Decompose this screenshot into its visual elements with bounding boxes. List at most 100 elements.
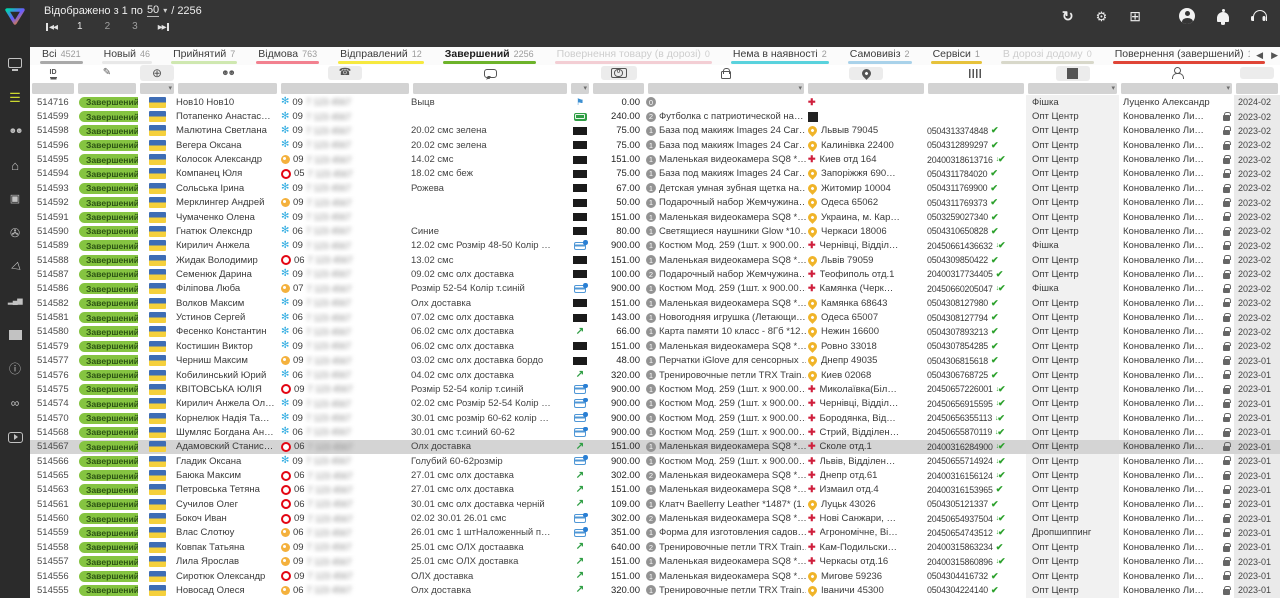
tab-сервіси[interactable]: Сервіси1: [931, 48, 982, 65]
table-row[interactable]: 514559ЗавершенийВлас Слотюу067 123 45672…: [30, 526, 1280, 540]
col-header-payment[interactable]: [569, 65, 591, 81]
col-header-country[interactable]: ⊕: [138, 65, 176, 81]
tab-самовивіз[interactable]: Самовивіз2: [848, 48, 912, 65]
sidebar-item-customers[interactable]: ☻☻: [0, 114, 30, 148]
tabs-scroll-left-icon[interactable]: ◀: [1256, 50, 1263, 61]
col-header-phone[interactable]: ☎: [279, 65, 411, 81]
per-page-select[interactable]: 50: [147, 4, 159, 17]
table-row[interactable]: 514580ЗавершенийФесенко Константин✻067 1…: [30, 325, 1280, 339]
tab-всі[interactable]: Всі4521: [40, 48, 83, 65]
tab-повернення-товару-в-дорозі-[interactable]: Повернення товару (в дорозі)0: [555, 48, 712, 65]
col-header-date[interactable]: [1234, 65, 1280, 81]
filter-status[interactable]: [78, 83, 136, 94]
filter-comment[interactable]: [413, 83, 567, 94]
filter-customer[interactable]: [178, 83, 277, 94]
tabs-scroll-right-icon[interactable]: ▶: [1271, 50, 1278, 61]
filter-id[interactable]: [32, 83, 74, 94]
page-button-1[interactable]: 1: [77, 21, 83, 32]
table-row[interactable]: 514598ЗавершенийМалютина Светлана✻097 12…: [30, 124, 1280, 138]
tab-відправлений[interactable]: Відправлений12: [338, 48, 424, 65]
tab-прийнятий[interactable]: Прийнятий7: [171, 48, 237, 65]
table-row[interactable]: 514574ЗавершенийКирилич Анжела Ол…✻097 1…: [30, 397, 1280, 411]
sidebar-item-dashboard[interactable]: [0, 46, 30, 80]
filter-phone[interactable]: [281, 83, 409, 94]
table-row[interactable]: 514563ЗавершенийПетровська Тетяна067 123…: [30, 483, 1280, 497]
notifications-bell-icon[interactable]: [1217, 11, 1229, 22]
col-header-manager[interactable]: [1119, 65, 1234, 81]
tab-новый[interactable]: Новый46: [102, 48, 152, 65]
table-row[interactable]: 514556ЗавершенийСиротюк Олександр097 123…: [30, 569, 1280, 583]
table-row[interactable]: 514591ЗавершенийЧумаченко Олена✻097 123 …: [30, 210, 1280, 224]
table-row[interactable]: 514590ЗавершенийГнатюк Олексндр✻067 123 …: [30, 224, 1280, 238]
filter-payment[interactable]: ▾: [571, 83, 589, 94]
table-row[interactable]: 514561ЗавершенийСучилов Олег067 123 4567…: [30, 497, 1280, 511]
table-row[interactable]: 514595ЗавершенийКолосок Александр097 123…: [30, 152, 1280, 166]
table-row[interactable]: 514565ЗавершенийБаюка Максим067 123 4567…: [30, 468, 1280, 482]
filter-manager[interactable]: ▾: [1121, 83, 1232, 94]
first-page-button[interactable]: ◀◀: [46, 23, 57, 31]
user-avatar-icon[interactable]: [1179, 8, 1195, 24]
table-row[interactable]: 514579ЗавершенийКостишин Виктор✻097 123 …: [30, 339, 1280, 353]
table-row[interactable]: 514593ЗавершенийСольська Ірина✻097 123 4…: [30, 181, 1280, 195]
col-header-channel[interactable]: [1026, 65, 1119, 81]
table-row[interactable]: 514716ЗавершенийНов10 Нов10✻097 123 4567…: [30, 95, 1280, 109]
table-row[interactable]: 514575ЗавершенийКВІТОВСЬКА ЮЛІЯ097 123 4…: [30, 382, 1280, 396]
sidebar-item-marketing[interactable]: ◁: [0, 250, 30, 284]
table-row[interactable]: 514589ЗавершенийКирилич Анжела✻097 123 4…: [30, 239, 1280, 253]
table-row[interactable]: 514566ЗавершенийГладик Оксана✻097 123 45…: [30, 454, 1280, 468]
table-row[interactable]: 514576ЗавершенийКобилинський Юрий✻067 12…: [30, 368, 1280, 382]
col-header-customer[interactable]: ☻☻: [176, 65, 279, 81]
table-row[interactable]: 514581ЗавершенийУстинов Сергей✻067 123 4…: [30, 310, 1280, 324]
table-row[interactable]: 514555ЗавершенийНовосад Олеся067 123 456…: [30, 583, 1280, 597]
table-row[interactable]: 514567ЗавершенийАдамовский Станис…067 12…: [30, 440, 1280, 454]
sidebar-item-tutorials[interactable]: [0, 420, 30, 454]
sidebar-item-store[interactable]: ⌂: [0, 148, 30, 182]
tab-завершений[interactable]: Завершений2256: [443, 48, 536, 65]
tab-в-дорозі-додому[interactable]: В дорозі додому0: [1001, 48, 1094, 65]
table-row[interactable]: 514594ЗавершенийКомпанец Юля057 123 4567…: [30, 167, 1280, 181]
filter-tracking[interactable]: [928, 83, 1024, 94]
filter-country[interactable]: ▾: [140, 83, 174, 94]
sidebar-item-partners[interactable]: ∞: [0, 386, 30, 420]
page-button-3[interactable]: 3: [132, 21, 138, 32]
table-row[interactable]: 514568ЗавершенийШумляс Богдана Ан…✻067 1…: [30, 425, 1280, 439]
sidebar-item-products[interactable]: ▣: [0, 182, 30, 216]
col-header-price[interactable]: [591, 65, 646, 81]
table-row[interactable]: 514558ЗавершенийКовпак Татьяна097 123 45…: [30, 540, 1280, 554]
table-row[interactable]: 514582ЗавершенийВолков Максим✻097 123 45…: [30, 296, 1280, 310]
filter-channel[interactable]: ▾: [1028, 83, 1117, 94]
filter-price[interactable]: [593, 83, 644, 94]
table-row[interactable]: 514588ЗавершенийЖидак Володимир067 123 4…: [30, 253, 1280, 267]
app-logo[interactable]: [0, 0, 30, 32]
table-row[interactable]: 514560ЗавершенийБокоч Иван097 123 456702…: [30, 511, 1280, 525]
tab-нема-в-наявності[interactable]: Нема в наявності2: [731, 48, 829, 65]
col-header-status[interactable]: ✎: [76, 65, 138, 81]
tab-повернення-завершений-[interactable]: Повернення (завершений)125: [1113, 48, 1265, 65]
col-header-address[interactable]: [806, 65, 926, 81]
sidebar-item-automation[interactable]: [0, 318, 30, 352]
last-page-button[interactable]: ▶▶: [158, 23, 169, 31]
table-row[interactable]: 514592ЗавершенийМерклингер Андрей097 123…: [30, 196, 1280, 210]
table-row[interactable]: 514599ЗавершенийПотапенко Анастас…✻097 1…: [30, 109, 1280, 123]
filter-product[interactable]: ▾: [648, 83, 804, 94]
sidebar-item-orders[interactable]: ☰: [0, 80, 30, 114]
table-row[interactable]: 514570ЗавершенийКорнелюк Надія Та…✻097 1…: [30, 411, 1280, 425]
settings-gear-icon[interactable]: ⚙: [1096, 10, 1108, 23]
sidebar-item-statistics[interactable]: ▂▄▆: [0, 284, 30, 318]
table-row[interactable]: 514587ЗавершенийСеменюк Дарина✻097 123 4…: [30, 267, 1280, 281]
refresh-icon[interactable]: ↻: [1062, 9, 1074, 23]
page-button-2[interactable]: 2: [105, 21, 111, 32]
col-header-tracking[interactable]: [926, 65, 1026, 81]
table-row[interactable]: 514557ЗавершенийЛила Ярослав097 123 4567…: [30, 555, 1280, 569]
filter-address[interactable]: [808, 83, 924, 94]
col-header-comment[interactable]: [411, 65, 569, 81]
col-header-product[interactable]: [646, 65, 806, 81]
tab-відмова[interactable]: Відмова763: [256, 48, 319, 65]
table-row[interactable]: 514586ЗавершенийФіліпова Люба077 123 456…: [30, 282, 1280, 296]
sidebar-item-info[interactable]: ⓘ: [0, 352, 30, 386]
col-header-id[interactable]: ID: [30, 65, 76, 81]
add-window-icon[interactable]: ⊞: [1129, 9, 1141, 23]
table-row[interactable]: 514577ЗавершенийЧерниш Максим097 123 456…: [30, 353, 1280, 367]
table-row[interactable]: 514596ЗавершенийВегера Оксана✻097 123 45…: [30, 138, 1280, 152]
sidebar-item-procurement[interactable]: ✇: [0, 216, 30, 250]
